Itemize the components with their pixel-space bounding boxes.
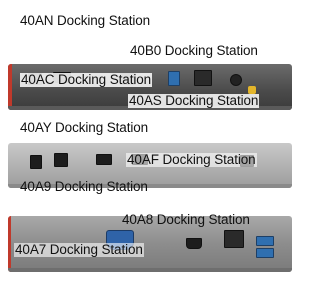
label-40a8: 40A8 Docking Station (122, 212, 250, 227)
usb-c-port (54, 153, 68, 167)
usb-c-port (30, 155, 42, 169)
usb-a-port (168, 71, 180, 86)
displayport-port (96, 154, 112, 165)
power-port (230, 74, 242, 86)
label-40an: 40AN Docking Station (20, 13, 151, 28)
usb-a-port (256, 248, 274, 258)
label-40as: 40AS Docking Station (128, 93, 260, 108)
ethernet-port (194, 70, 212, 86)
label-40af: 40AF Docking Station (126, 152, 257, 167)
usb-a-port (256, 236, 274, 246)
red-trim (8, 64, 12, 110)
red-trim (8, 216, 11, 272)
label-40ay: 40AY Docking Station (20, 120, 149, 135)
label-40b0: 40B0 Docking Station (130, 43, 258, 58)
dock-base (8, 268, 292, 272)
label-40a9: 40A9 Docking Station (20, 179, 148, 194)
hdmi-port (186, 238, 202, 249)
product-image: 40AN Docking Station 40B0 Docking Statio… (0, 0, 300, 300)
label-40a7: 40A7 Docking Station (14, 242, 144, 257)
label-40ac: 40AC Docking Station (20, 72, 153, 87)
ethernet-port (224, 230, 244, 248)
